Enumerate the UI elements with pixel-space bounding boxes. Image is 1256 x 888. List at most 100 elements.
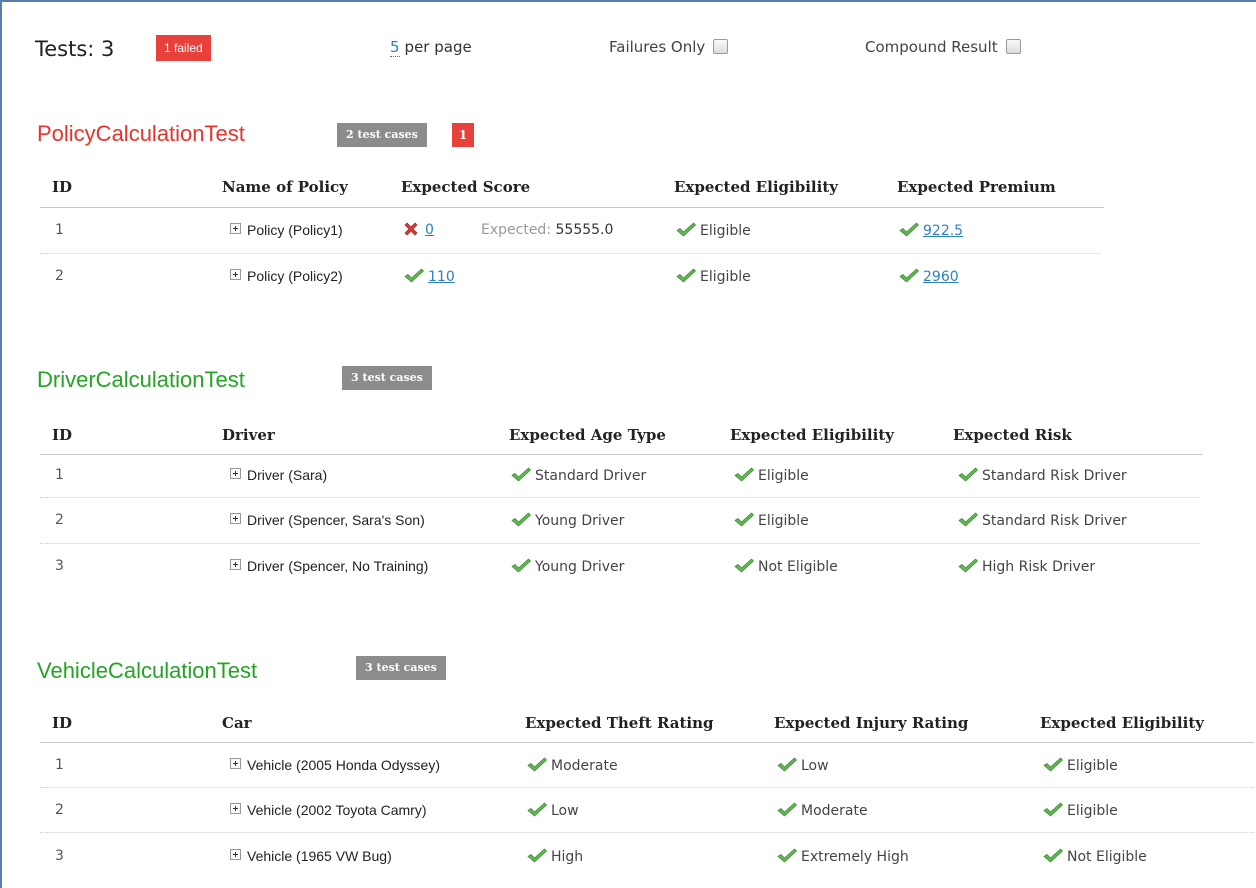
vehicle-row-3-eligibility: Not Eligible (1043, 848, 1147, 865)
driver-section-title: DriverCalculationTest (37, 367, 245, 392)
policy-col-premium: Expected Premium (897, 178, 1056, 196)
premium-link[interactable]: 2960 (923, 269, 959, 285)
vehicle-row-1-theft: Moderate (527, 757, 618, 774)
vehicle-col-theft: Expected Theft Rating (525, 714, 714, 732)
expand-icon[interactable] (230, 559, 241, 570)
check-icon (527, 802, 547, 817)
driver-row-2-risk: Standard Risk Driver (958, 512, 1127, 529)
policy-section-title: PolicyCalculationTest (37, 121, 245, 146)
check-icon (734, 467, 754, 482)
check-icon (958, 558, 978, 573)
check-icon (1043, 802, 1063, 817)
expand-icon[interactable] (230, 223, 241, 234)
vehicle-row-2-theft: Low (527, 802, 579, 819)
premium-link[interactable]: 922.5 (923, 223, 963, 239)
row-divider (40, 832, 1254, 833)
row-divider (40, 253, 1100, 254)
driver-row-1-risk: Standard Risk Driver (958, 467, 1127, 484)
policy-row-1-eligibility: Eligible (676, 222, 751, 239)
driver-row-1-id: 1 (55, 467, 64, 483)
check-icon (1043, 757, 1063, 772)
expand-icon[interactable] (230, 849, 241, 860)
score-link[interactable]: 110 (428, 269, 455, 285)
vehicle-row-1-id: 1 (55, 757, 64, 773)
check-icon (676, 268, 696, 283)
driver-row-1-age-type: Standard Driver (511, 467, 646, 484)
driver-col-eligibility: Expected Eligibility (730, 426, 894, 444)
driver-row-2-eligibility: Eligible (734, 512, 809, 529)
policy-header-divider (40, 207, 1104, 208)
policy-col-name: Name of Policy (222, 178, 348, 196)
vehicle-col-injury: Expected Injury Rating (774, 714, 969, 732)
failures-only-filter: Failures Only (609, 38, 729, 56)
driver-row-3-id: 3 (55, 558, 64, 574)
driver-cases-badge: 3 test cases (342, 366, 432, 390)
check-icon (1043, 848, 1063, 863)
failures-only-label: Failures Only (609, 38, 706, 56)
check-icon (958, 512, 978, 527)
driver-row-1-eligibility: Eligible (734, 467, 809, 484)
vehicle-row-2-eligibility: Eligible (1043, 802, 1118, 819)
check-icon (734, 512, 754, 527)
expand-icon[interactable] (230, 513, 241, 524)
vehicle-row-1-injury: Low (777, 757, 829, 774)
vehicle-row-3-name[interactable]: Vehicle (1965 VW Bug) (230, 848, 392, 864)
check-icon (777, 757, 797, 772)
check-icon (527, 848, 547, 863)
vehicle-row-3-injury: Extremely High (777, 848, 909, 865)
driver-row-3-eligibility: Not Eligible (734, 558, 838, 575)
policy-failed-badge[interactable]: 1 (452, 123, 474, 147)
expand-icon[interactable] (230, 468, 241, 479)
compound-result-checkbox[interactable] (1005, 39, 1021, 54)
policy-row-1-name[interactable]: Policy (Policy1) (230, 222, 343, 238)
expand-icon[interactable] (230, 758, 241, 769)
expand-icon[interactable] (230, 269, 241, 280)
score-link[interactable]: 0 (425, 222, 434, 238)
vehicle-row-3-id: 3 (55, 848, 64, 864)
compound-result-label: Compound Result (865, 38, 998, 56)
vehicle-cases-badge: 3 test cases (356, 656, 446, 680)
policy-cases-badge: 2 test cases (337, 123, 427, 147)
driver-row-2-id: 2 (55, 512, 64, 528)
row-divider (40, 497, 1200, 498)
driver-col-id: ID (52, 426, 73, 444)
check-icon (527, 757, 547, 772)
driver-col-risk: Expected Risk (953, 426, 1072, 444)
driver-row-3-name[interactable]: Driver (Spencer, No Training) (230, 558, 428, 574)
policy-row-2-score: 110 (404, 268, 455, 285)
per-page-control: 5 per page (390, 38, 472, 57)
check-icon (899, 222, 919, 237)
policy-row-2-eligibility: Eligible (676, 268, 751, 285)
policy-row-2-id: 2 (55, 268, 64, 284)
tests-count-label: Tests: 3 (35, 37, 115, 61)
per-page-label: per page (404, 38, 472, 56)
policy-row-2-premium: 2960 (899, 268, 959, 285)
driver-header-divider (40, 454, 1202, 455)
vehicle-col-id: ID (52, 714, 73, 732)
vehicle-row-2-name[interactable]: Vehicle (2002 Toyota Camry) (230, 802, 427, 818)
check-icon (511, 558, 531, 573)
policy-row-2-name[interactable]: Policy (Policy2) (230, 268, 343, 284)
driver-row-2-age-type: Young Driver (511, 512, 624, 529)
row-divider (40, 543, 1200, 544)
vehicle-row-1-name[interactable]: Vehicle (2005 Honda Odyssey) (230, 757, 440, 773)
policy-row-1-expected: Expected: 55555.0 (481, 222, 614, 238)
check-icon (777, 848, 797, 863)
vehicle-row-2-id: 2 (55, 802, 64, 818)
vehicle-header-divider (40, 742, 1254, 743)
check-icon (734, 558, 754, 573)
check-icon (676, 222, 696, 237)
check-icon (777, 802, 797, 817)
driver-row-2-name[interactable]: Driver (Spencer, Sara's Son) (230, 512, 425, 528)
per-page-count[interactable]: 5 (390, 38, 400, 57)
policy-col-score: Expected Score (401, 178, 531, 196)
vehicle-row-2-injury: Moderate (777, 802, 868, 819)
vehicle-section-title: VehicleCalculationTest (37, 658, 258, 683)
check-icon (958, 467, 978, 482)
driver-row-1-name[interactable]: Driver (Sara) (230, 467, 327, 483)
failures-only-checkbox[interactable] (713, 39, 729, 54)
failed-count-badge[interactable]: 1 failed (156, 35, 211, 61)
expand-icon[interactable] (230, 803, 241, 814)
vehicle-row-3-theft: High (527, 848, 583, 865)
vehicle-col-eligibility: Expected Eligibility (1040, 714, 1204, 732)
